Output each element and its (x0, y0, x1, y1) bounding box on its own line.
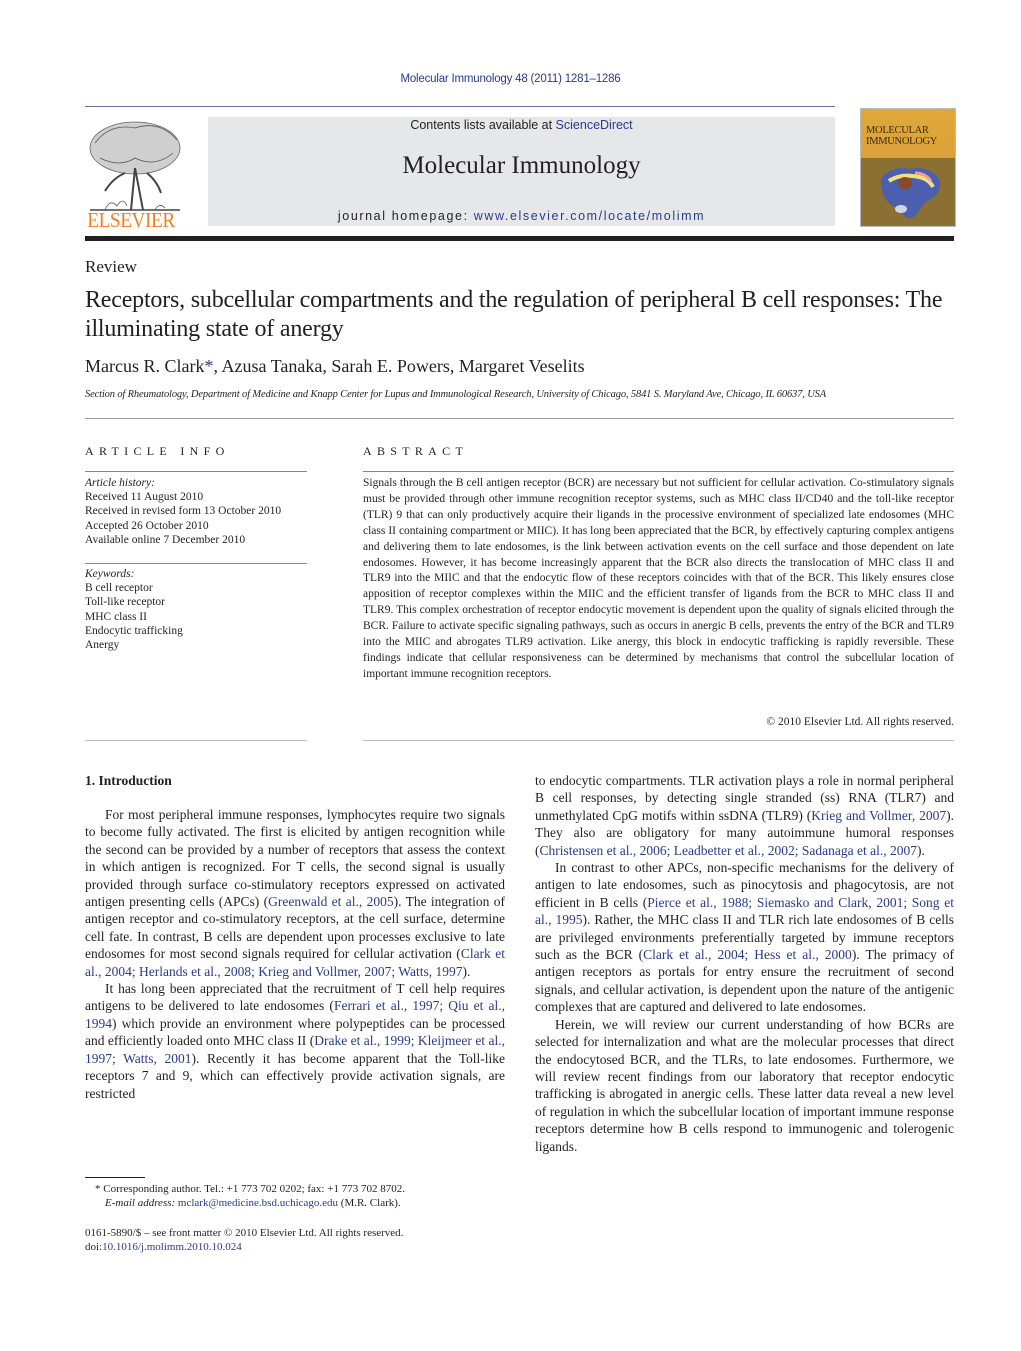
abstract-heading: ABSTRACT (363, 444, 469, 458)
body-column-left: For most peripheral immune responses, ly… (85, 806, 505, 1102)
divider (363, 471, 954, 472)
body-text: ). (917, 842, 925, 858)
article-title: Receptors, subcellular compartments and … (85, 287, 943, 342)
history-item: Received 11 August 2010 (85, 491, 204, 504)
history-item: Available online 7 December 2010 (85, 533, 246, 546)
abstract-copyright: © 2010 Elsevier Ltd. All rights reserved… (766, 716, 954, 728)
paragraph: In contrast to other APCs, non-specific … (535, 859, 954, 1016)
corresponding-author-note: Corresponding author. Tel.: +1 773 702 0… (103, 1183, 405, 1195)
homepage-link[interactable]: www.elsevier.com/locate/molimm (474, 209, 705, 223)
divider (85, 740, 307, 741)
citation-link[interactable]: Krieg and Vollmer, 2007 (811, 808, 946, 823)
author-name[interactable]: Sarah E. Powers (331, 356, 449, 376)
keyword: B cell receptor (85, 582, 153, 595)
keywords-label: Keywords: (85, 568, 135, 580)
author-list: Marcus R. Clark*, Azusa Tanaka, Sarah E.… (85, 356, 585, 376)
affiliation: Section of Rheumatology, Department of M… (85, 389, 827, 400)
body-text: ). (462, 963, 471, 979)
abstract-text: Signals through the B cell antigen recep… (363, 477, 954, 680)
paragraph: For most peripheral immune responses, ly… (85, 806, 505, 980)
header-rule (85, 106, 835, 107)
body-text: Herein, we will review our current under… (535, 1016, 954, 1154)
article-type: Review (85, 257, 137, 276)
keyword: Anergy (85, 639, 120, 652)
cover-title: MOLECULAR IMMUNOLOGY (866, 125, 937, 147)
journal-cover-image[interactable]: MOLECULAR IMMUNOLOGY (860, 108, 956, 227)
footnote: * Corresponding author. Tel.: +1 773 702… (85, 1182, 505, 1210)
cover-title-line1: MOLECULAR (866, 125, 929, 136)
journal-homepage-line: journal homepage: www.elsevier.com/locat… (208, 209, 835, 223)
divider (363, 740, 954, 741)
divider (85, 418, 954, 419)
elsevier-wordmark: ELSEVIER (87, 208, 175, 232)
paragraph: to endocytic compartments. TLR activatio… (535, 772, 954, 859)
contents-prefix: Contents lists available at (410, 118, 556, 132)
article-info-heading: ARTICLE INFO (85, 444, 230, 458)
sciencedirect-link[interactable]: ScienceDirect (556, 118, 633, 132)
footnote-mark: * (95, 1183, 101, 1195)
author-name[interactable]: Marcus R. Clark (85, 356, 204, 376)
history-item: Received in revised form 13 October 2010 (85, 505, 282, 518)
citation-link[interactable]: Greenwald et al., 2005 (268, 894, 394, 909)
keyword: MHC class II (85, 610, 147, 623)
article-history: Article history: Received 11 August 2010… (85, 476, 307, 547)
journal-citation[interactable]: Molecular Immunology 48 (2011) 1281–1286 (0, 73, 1021, 85)
doi-prefix: doi: (85, 1241, 103, 1254)
divider (85, 471, 307, 472)
homepage-prefix: journal homepage: (337, 209, 474, 223)
email-suffix: (M.R. Clark). (338, 1197, 401, 1210)
citation-link[interactable]: Clark et al., 2004; Hess et al., 2000 (643, 947, 852, 962)
history-label: Article history: (85, 477, 155, 489)
issn-line: 0161-5890/$ – see front matter © 2010 El… (85, 1227, 404, 1239)
email-label: E-mail address: (105, 1197, 176, 1210)
cover-title-line2: IMMUNOLOGY (866, 136, 938, 147)
paragraph: It has long been appreciated that the re… (85, 980, 505, 1102)
email-link[interactable]: mclark@medicine.bsd.uchicago.edu (178, 1197, 338, 1209)
section-heading-introduction: 1. Introduction (85, 773, 172, 788)
protein-structure-icon (881, 168, 940, 219)
footnote-rule (85, 1177, 145, 1178)
corresponding-author-mark[interactable]: * (204, 356, 213, 376)
divider (85, 563, 307, 564)
keyword: Endocytic trafficking (85, 624, 183, 637)
doi-link[interactable]: 10.1016/j.molimm.2010.10.024 (102, 1241, 242, 1253)
contents-line: Contents lists available at ScienceDirec… (208, 117, 835, 132)
journal-title: Molecular Immunology (402, 152, 641, 179)
author-name[interactable]: Azusa Tanaka (222, 356, 323, 376)
keywords: Keywords: B cell receptor Toll-like rece… (85, 567, 307, 652)
header-thick-rule (85, 236, 954, 241)
issn-block: 0161-5890/$ – see front matter © 2010 El… (85, 1226, 505, 1254)
keyword: Toll-like receptor (85, 596, 165, 609)
history-item: Accepted 26 October 2010 (85, 519, 209, 532)
paragraph: Herein, we will review our current under… (535, 1016, 954, 1155)
citation-link[interactable]: Christensen et al., 2006; Leadbetter et … (540, 843, 918, 858)
body-column-right: to endocytic compartments. TLR activatio… (535, 772, 954, 1155)
author-name[interactable]: Margaret Veselits (459, 356, 585, 376)
